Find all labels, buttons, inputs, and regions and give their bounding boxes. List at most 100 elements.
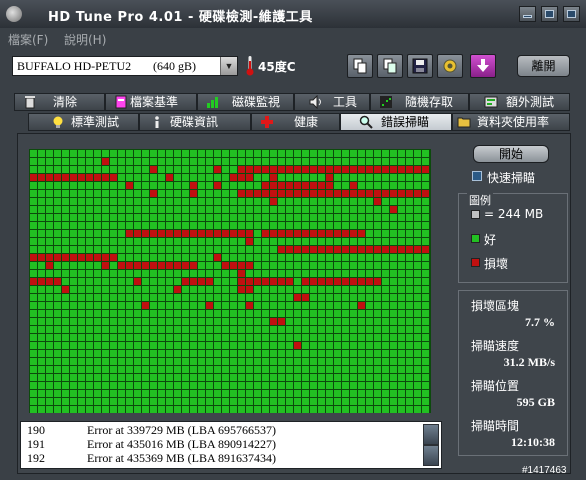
copy-all-button[interactable]	[377, 54, 403, 78]
scan-block	[230, 182, 237, 189]
scan-block	[198, 190, 205, 197]
scan-block	[150, 342, 157, 349]
tab-random-access[interactable]: 隨機存取	[370, 93, 469, 111]
scan-block	[70, 318, 77, 325]
scan-block	[422, 374, 429, 381]
scan-block	[238, 214, 245, 221]
scan-block	[262, 366, 269, 373]
scan-block	[198, 166, 205, 173]
scan-block	[278, 358, 285, 365]
scan-block	[270, 246, 277, 253]
scan-block	[174, 286, 181, 293]
maximize-button[interactable]	[541, 6, 558, 22]
scan-block	[230, 222, 237, 229]
scan-block	[398, 286, 405, 293]
scan-block	[30, 190, 37, 197]
scan-block	[198, 214, 205, 221]
scan-block	[350, 278, 357, 285]
log-scrollbar[interactable]	[423, 424, 439, 466]
scan-block	[246, 334, 253, 341]
tab-drive-info[interactable]: 硬碟資訊	[139, 113, 251, 131]
scan-block	[118, 318, 125, 325]
scan-block	[366, 198, 373, 205]
tab-health[interactable]: 健康	[251, 113, 340, 131]
scan-block	[214, 278, 221, 285]
scan-block	[302, 246, 309, 253]
close-button[interactable]	[563, 6, 580, 22]
tab-erase[interactable]: 清除	[14, 93, 105, 111]
scan-block	[158, 382, 165, 389]
tab-folder-usage[interactable]: 資料夾使用率	[452, 113, 570, 131]
scan-block	[230, 238, 237, 245]
tab-disk-monitor[interactable]: 磁碟監視	[197, 93, 294, 111]
scan-block	[406, 222, 413, 229]
options-button[interactable]	[437, 54, 463, 78]
scan-block	[382, 286, 389, 293]
tab-error-scan[interactable]: 錯誤掃瞄	[340, 113, 452, 131]
scan-block	[406, 190, 413, 197]
scan-block	[318, 286, 325, 293]
scan-block	[310, 374, 317, 381]
scan-block	[38, 398, 45, 405]
scan-block	[342, 302, 349, 309]
scan-block	[86, 310, 93, 317]
quick-scan-checkbox[interactable]	[472, 171, 482, 181]
start-button[interactable]: 開始	[473, 145, 549, 163]
tab-benchmark[interactable]: 標準測試	[28, 113, 139, 131]
scan-block	[38, 166, 45, 173]
scan-block	[38, 174, 45, 181]
menu-file[interactable]: 檔案(F)	[8, 31, 48, 48]
scan-block	[286, 198, 293, 205]
scan-block	[86, 182, 93, 189]
scan-block	[110, 358, 117, 365]
scan-block	[70, 182, 77, 189]
save-button[interactable]	[407, 54, 433, 78]
scan-block	[38, 230, 45, 237]
scan-block	[134, 222, 141, 229]
tab-tools[interactable]: 工具	[294, 93, 370, 111]
scan-block	[110, 390, 117, 397]
scan-block	[278, 214, 285, 221]
scan-block	[374, 310, 381, 317]
scan-block	[294, 398, 301, 405]
scan-block	[310, 270, 317, 277]
scan-block	[86, 254, 93, 261]
scan-block	[422, 406, 429, 413]
scan-block	[134, 310, 141, 317]
copy-info-button[interactable]	[347, 54, 373, 78]
scan-block	[86, 366, 93, 373]
scan-block	[150, 294, 157, 301]
drive-select[interactable]: BUFFALO HD-PETU2 (640 gB) ▼	[12, 56, 238, 76]
scan-block	[38, 182, 45, 189]
scan-block	[30, 238, 37, 245]
scroll-down-icon[interactable]	[424, 446, 438, 465]
scroll-up-icon[interactable]	[424, 425, 438, 444]
scan-block	[334, 158, 341, 165]
scan-block	[318, 214, 325, 221]
scan-block	[342, 286, 349, 293]
tab-extra-tests[interactable]: 額外測試	[469, 93, 570, 111]
download-button[interactable]	[470, 54, 496, 78]
scan-block	[78, 318, 85, 325]
scan-block	[30, 294, 37, 301]
scan-block	[86, 246, 93, 253]
scan-block	[294, 262, 301, 269]
scan-block	[278, 398, 285, 405]
scan-block	[246, 318, 253, 325]
scan-block	[206, 302, 213, 309]
minimize-button[interactable]	[519, 6, 536, 22]
scan-block	[54, 150, 61, 157]
scan-block	[246, 374, 253, 381]
scan-block	[414, 198, 421, 205]
exit-button[interactable]: 離開	[517, 55, 570, 77]
menu-help[interactable]: 說明(H)	[64, 31, 106, 48]
scan-block	[158, 182, 165, 189]
chevron-down-icon[interactable]: ▼	[220, 57, 237, 75]
scan-block	[374, 270, 381, 277]
scan-block	[270, 366, 277, 373]
tab-file-benchmark[interactable]: 檔案基準	[105, 93, 197, 111]
scan-block	[62, 262, 69, 269]
scan-block	[118, 286, 125, 293]
scan-block	[374, 246, 381, 253]
scan-block	[270, 238, 277, 245]
